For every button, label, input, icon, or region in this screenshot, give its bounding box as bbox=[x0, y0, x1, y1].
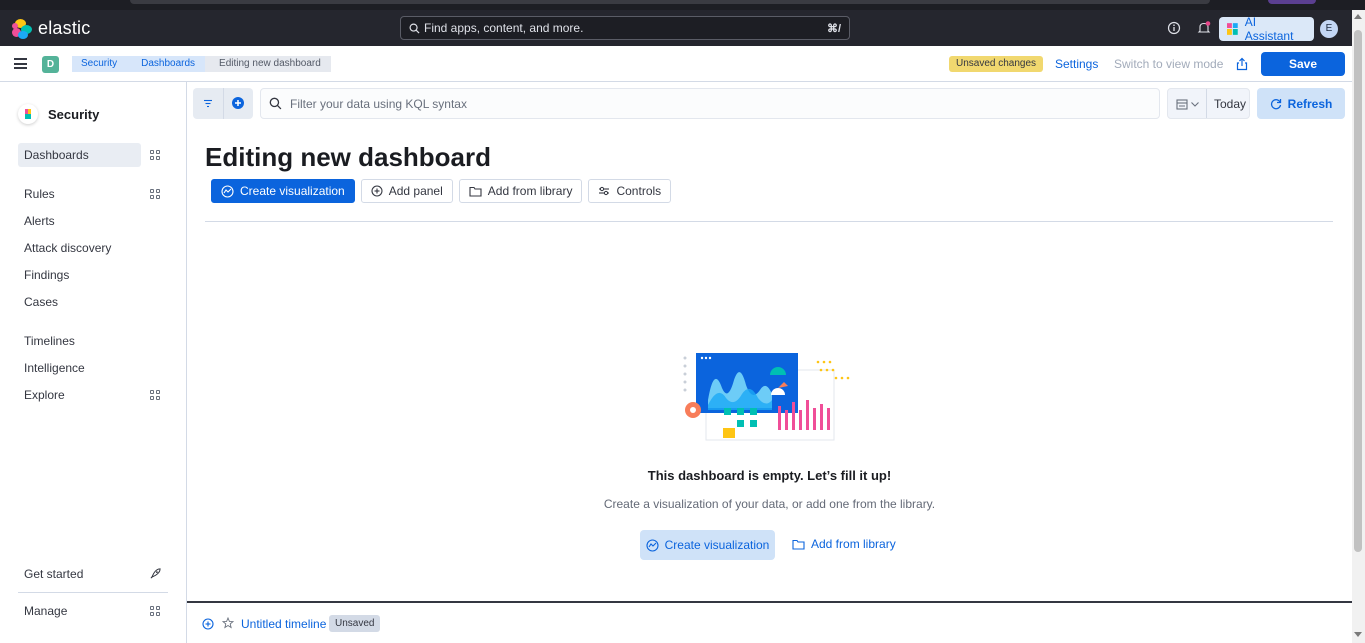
search-icon bbox=[409, 23, 420, 34]
space-avatar[interactable]: D bbox=[42, 56, 59, 73]
menu-icon[interactable] bbox=[14, 58, 27, 69]
sidebar-item-attack-discovery[interactable]: Attack discovery bbox=[18, 236, 168, 260]
global-header: elastic Find apps, content, and more. ⌘/… bbox=[0, 10, 1352, 46]
create-visualization-button[interactable]: Create visualization bbox=[211, 179, 355, 203]
kql-placeholder: Filter your data using KQL syntax bbox=[290, 96, 467, 111]
controls-button[interactable]: Controls bbox=[588, 179, 672, 203]
sidebar-item-dashboards[interactable]: Dashboards bbox=[18, 143, 141, 167]
security-sidebar: Security Dashboards Rules Alerts Attack … bbox=[0, 82, 187, 643]
scroll-up-arrow[interactable] bbox=[1354, 14, 1362, 19]
query-bar: Filter your data using KQL syntax Today … bbox=[193, 88, 1345, 119]
switch-to-view-mode-button[interactable]: Switch to view mode bbox=[1114, 57, 1223, 71]
date-label: Today bbox=[1214, 97, 1247, 111]
dashboard-subheader: D Security Dashboards Editing new dashbo… bbox=[0, 46, 1352, 82]
ai-assistant-button[interactable]: AI Assistant bbox=[1219, 15, 1314, 43]
sidebar-item-findings[interactable]: Findings bbox=[18, 263, 168, 287]
user-avatar[interactable]: E bbox=[1320, 20, 1338, 38]
refresh-label: Refresh bbox=[1287, 96, 1333, 111]
add-timeline-icon[interactable] bbox=[202, 618, 214, 630]
help-icon[interactable] bbox=[1167, 21, 1181, 35]
plus-circle-icon bbox=[371, 185, 383, 197]
rocket-icon[interactable] bbox=[150, 568, 161, 579]
sidebar-item-explore[interactable]: Explore bbox=[18, 383, 168, 407]
kql-search-input[interactable]: Filter your data using KQL syntax bbox=[260, 88, 1160, 119]
empty-dashboard-illustration bbox=[683, 353, 850, 441]
sidebar-item-timelines[interactable]: Timelines bbox=[18, 329, 168, 353]
save-button[interactable]: Save bbox=[1261, 52, 1345, 76]
empty-state-description: Create a visualization of your data, or … bbox=[603, 497, 936, 511]
scrollbar-thumb[interactable] bbox=[1354, 30, 1362, 552]
folder-icon bbox=[792, 539, 805, 550]
browser-extension-pill bbox=[1268, 0, 1316, 4]
notifications-icon[interactable] bbox=[1197, 21, 1211, 35]
add-from-library-label: Add from library bbox=[487, 184, 573, 198]
sidebar-item-rules[interactable]: Rules bbox=[18, 182, 168, 206]
ai-assistant-label: AI Assistant bbox=[1244, 15, 1294, 43]
rules-grid-icon[interactable] bbox=[150, 189, 160, 199]
manage-grid-icon[interactable] bbox=[150, 606, 160, 616]
search-placeholder: Find apps, content, and more. bbox=[424, 21, 584, 35]
brand-name: elastic bbox=[38, 18, 91, 38]
elastic-logo[interactable]: elastic bbox=[12, 18, 90, 39]
empty-create-visualization-button[interactable]: Create visualization bbox=[640, 530, 775, 560]
add-panel-button[interactable]: Add panel bbox=[360, 179, 453, 203]
explore-grid-icon[interactable] bbox=[150, 390, 160, 400]
search-shortcut: ⌘/ bbox=[826, 22, 841, 35]
dashboards-grid-icon[interactable] bbox=[150, 150, 160, 160]
timeline-status-badge: Unsaved bbox=[329, 615, 381, 632]
page-title: Editing new dashboard bbox=[205, 142, 492, 172]
sidebar-divider bbox=[18, 592, 168, 593]
dashboard-toolbar: Create visualization Add panel Add from … bbox=[211, 179, 672, 203]
folder-icon bbox=[469, 186, 482, 197]
browser-tab-strip bbox=[130, 0, 1210, 4]
toolbar-divider bbox=[205, 221, 1333, 222]
refresh-icon bbox=[1270, 98, 1281, 109]
sidebar-item-get-started[interactable]: Get started bbox=[18, 562, 168, 586]
sidebar-item-intelligence[interactable]: Intelligence bbox=[18, 356, 168, 380]
security-app-icon bbox=[18, 104, 38, 124]
breadcrumb: Security Dashboards Editing new dashboar… bbox=[72, 56, 331, 72]
add-filter-icon[interactable] bbox=[231, 96, 245, 110]
visualize-icon bbox=[646, 538, 659, 552]
share-icon[interactable] bbox=[1236, 57, 1248, 71]
calendar-icon bbox=[1176, 99, 1188, 110]
empty-add-from-library-label: Add from library bbox=[811, 537, 896, 551]
browser-top-strip bbox=[0, 0, 1365, 10]
timeline-bar: Untitled timeline Unsaved bbox=[187, 601, 1352, 643]
chevron-down-icon bbox=[1191, 102, 1199, 107]
breadcrumb-current: Editing new dashboard bbox=[205, 56, 331, 72]
filter-options-button[interactable] bbox=[193, 88, 253, 119]
breadcrumb-dashboards[interactable]: Dashboards bbox=[127, 56, 206, 72]
sidebar-item-cases[interactable]: Cases bbox=[18, 290, 168, 314]
global-search-input[interactable]: Find apps, content, and more. ⌘/ bbox=[400, 16, 850, 40]
empty-create-visualization-label: Create visualization bbox=[664, 538, 770, 552]
date-divider bbox=[1206, 89, 1207, 118]
controls-label: Controls bbox=[616, 184, 662, 198]
empty-add-from-library-link[interactable]: Add from library bbox=[792, 537, 896, 551]
unsaved-changes-badge: Unsaved changes bbox=[949, 56, 1044, 72]
star-icon[interactable] bbox=[222, 617, 234, 629]
refresh-button[interactable]: Refresh bbox=[1257, 88, 1345, 119]
create-visualization-label: Create visualization bbox=[240, 184, 345, 198]
add-from-library-button[interactable]: Add from library bbox=[458, 179, 583, 203]
sidebar-item-manage[interactable]: Manage bbox=[18, 599, 168, 623]
ai-assistant-icon bbox=[1227, 23, 1238, 35]
sidebar-header[interactable]: Security bbox=[18, 104, 99, 124]
search-icon bbox=[269, 97, 282, 110]
filter-divider bbox=[223, 88, 224, 119]
breadcrumb-security[interactable]: Security bbox=[72, 56, 128, 72]
settings-button[interactable]: Settings bbox=[1055, 57, 1098, 71]
add-panel-label: Add panel bbox=[388, 184, 443, 198]
visualize-icon bbox=[221, 184, 234, 198]
timeline-name[interactable]: Untitled timeline bbox=[241, 617, 326, 631]
empty-state-title: This dashboard is empty. Let’s fill it u… bbox=[647, 468, 892, 483]
sidebar-title: Security bbox=[48, 106, 100, 122]
controls-icon bbox=[599, 186, 610, 196]
sidebar-item-alerts[interactable]: Alerts bbox=[18, 209, 168, 233]
elastic-logo-icon bbox=[12, 18, 32, 39]
filter-icon bbox=[204, 99, 212, 108]
date-picker[interactable]: Today bbox=[1167, 88, 1250, 119]
scroll-down-arrow[interactable] bbox=[1354, 632, 1362, 637]
